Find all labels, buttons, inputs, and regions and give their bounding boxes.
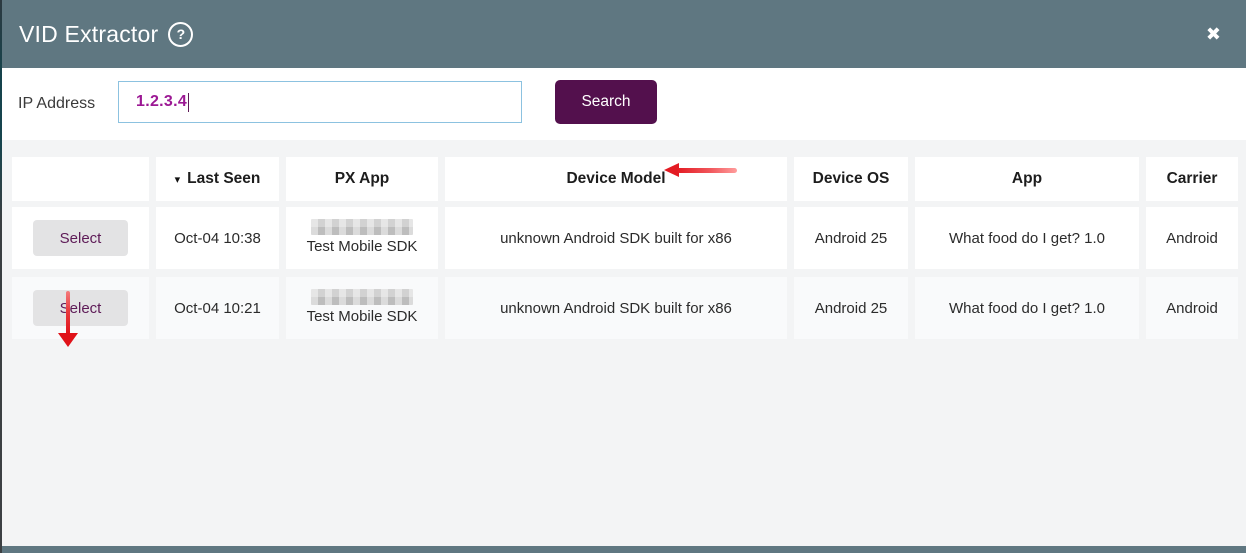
cell-carrier: Android: [1146, 277, 1238, 339]
arrow-shaft: [677, 168, 737, 173]
column-header-device-os[interactable]: Device OS: [794, 157, 908, 201]
ip-address-input[interactable]: 1.2.3.4: [118, 81, 522, 123]
cell-last-seen: Oct-04 10:38: [156, 207, 279, 269]
annotation-arrow-down-icon: [54, 288, 82, 350]
column-header-last-seen[interactable]: ▾ Last Seen: [156, 157, 279, 201]
px-app-name: Test Mobile SDK: [307, 308, 418, 327]
cell-px-app: Test Mobile SDK: [286, 277, 438, 339]
ip-address-value: 1.2.3.4: [136, 93, 187, 111]
arrow-head: [58, 333, 78, 347]
column-header-app[interactable]: App: [915, 157, 1139, 201]
vid-extractor-modal: VID Extractor ? ✖ IP Address 1.2.3.4 Sea…: [0, 0, 1246, 553]
cell-select: Select: [12, 207, 149, 269]
cell-device-model: unknown Android SDK built for x86: [445, 277, 787, 339]
column-header-carrier[interactable]: Carrier: [1146, 157, 1238, 201]
modal-footer-bar: [0, 546, 1246, 553]
cell-device-model: unknown Android SDK built for x86: [445, 207, 787, 269]
cell-app: What food do I get? 1.0: [915, 207, 1139, 269]
search-button[interactable]: Search: [555, 80, 657, 124]
table-row: Select Oct-04 10:38 Test Mobile SDK unkn…: [0, 207, 1246, 269]
text-caret: [188, 93, 189, 112]
cell-last-seen: Oct-04 10:21: [156, 277, 279, 339]
ip-address-label: IP Address: [18, 68, 95, 140]
search-section: IP Address 1.2.3.4 Search: [0, 68, 1246, 141]
cell-carrier: Android: [1146, 207, 1238, 269]
column-header-select: [12, 157, 149, 201]
results-table: ▾ Last Seen PX App Device Model Device O…: [0, 140, 1246, 546]
cell-device-os: Android 25: [794, 207, 908, 269]
redacted-text: [311, 289, 413, 305]
cell-px-app: Test Mobile SDK: [286, 207, 438, 269]
modal-title: VID Extractor: [19, 21, 158, 48]
column-header-label: Last Seen: [187, 170, 260, 188]
sort-desc-icon: ▾: [175, 173, 181, 186]
annotation-arrow-left-icon: [664, 163, 740, 177]
select-button[interactable]: Select: [33, 220, 128, 256]
help-icon[interactable]: ?: [168, 22, 193, 47]
px-app-name: Test Mobile SDK: [307, 238, 418, 257]
table-row: Select Oct-04 10:21 Test Mobile SDK unkn…: [0, 277, 1246, 339]
modal-left-border: [0, 0, 2, 553]
cell-device-os: Android 25: [794, 277, 908, 339]
close-icon[interactable]: ✖: [1206, 25, 1221, 43]
arrow-shaft: [66, 291, 70, 335]
redacted-text: [311, 219, 413, 235]
column-header-px-app[interactable]: PX App: [286, 157, 438, 201]
cell-app: What food do I get? 1.0: [915, 277, 1139, 339]
modal-header: VID Extractor ? ✖: [0, 0, 1246, 68]
table-header-row: ▾ Last Seen PX App Device Model Device O…: [0, 157, 1246, 201]
